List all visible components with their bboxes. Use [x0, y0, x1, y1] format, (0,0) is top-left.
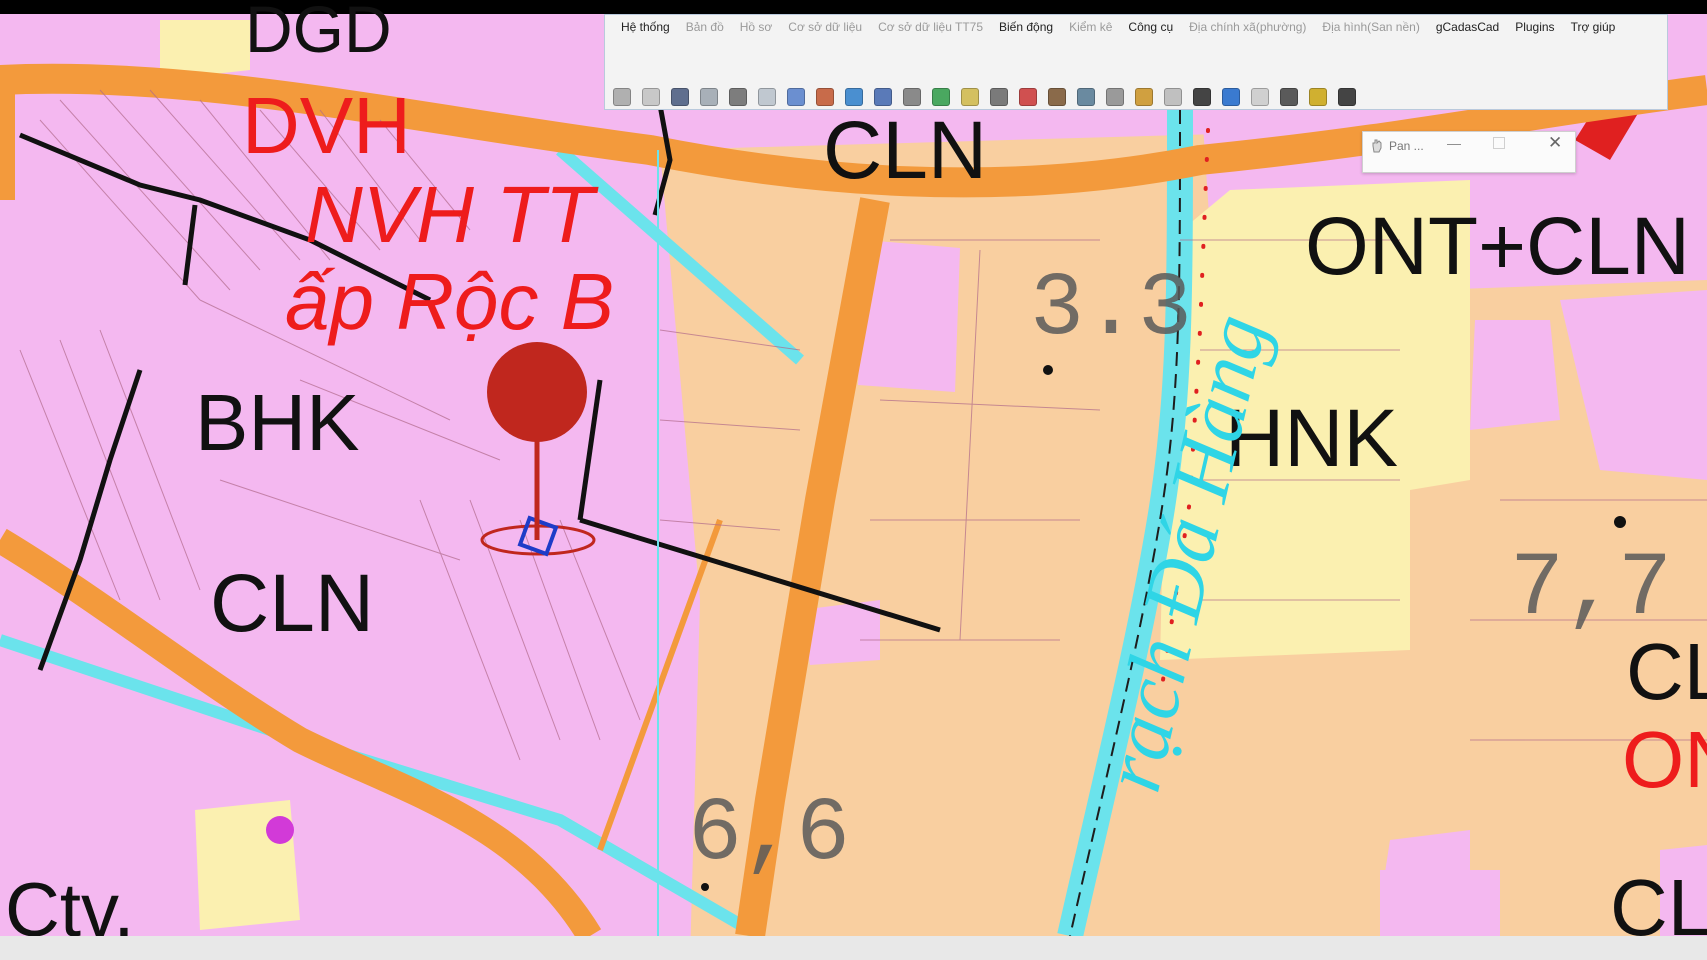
- map-label-dvh: DVH: [242, 81, 411, 170]
- menu-item[interactable]: Địa hình(San nền): [1314, 15, 1427, 39]
- page-icon[interactable]: [1251, 88, 1269, 106]
- tools-icon[interactable]: [990, 88, 1008, 106]
- flag-icon[interactable]: [787, 88, 805, 106]
- residential-parcel-east: [1380, 870, 1500, 936]
- add-icon[interactable]: [1309, 88, 1327, 106]
- hand-icon: [1372, 139, 1382, 153]
- menu-item[interactable]: Kiểm kê: [1061, 15, 1120, 39]
- map-label-cln-left: CLN: [210, 558, 375, 649]
- app-menubar: Hệ thống Bản đồ Hồ sơ Cơ sở dữ liệu Cơ sở dữ…: [604, 14, 1668, 110]
- map-label-number: 7,7: [1510, 539, 1673, 641]
- maximize-button[interactable]: [1493, 137, 1505, 149]
- survey-point: [1614, 516, 1626, 528]
- menu-item[interactable]: gCadasCad: [1428, 15, 1507, 39]
- menu-item[interactable]: Hồ sơ: [732, 15, 781, 39]
- layers-icon[interactable]: [816, 88, 834, 106]
- graph-icon[interactable]: [1135, 88, 1153, 106]
- pan-window-title: Pan ...: [1389, 139, 1424, 153]
- menu-item[interactable]: Công cụ: [1120, 15, 1181, 39]
- list-icon[interactable]: [642, 88, 660, 106]
- map-label-cln-top: CLN: [823, 105, 988, 196]
- menu-item[interactable]: Hệ thống: [613, 15, 678, 39]
- document-icon[interactable]: [874, 88, 892, 106]
- close-button[interactable]: ✕: [1548, 133, 1562, 153]
- home-icon[interactable]: [1222, 88, 1240, 106]
- qr-icon[interactable]: [1338, 88, 1356, 106]
- map-label-bhk: BHK: [195, 378, 360, 467]
- globe-icon[interactable]: [1019, 88, 1037, 106]
- select-icon[interactable]: [729, 88, 747, 106]
- menu-item[interactable]: Trợ giúp: [1563, 15, 1624, 39]
- column-icon[interactable]: [961, 88, 979, 106]
- map-label-cl-right: CL: [1626, 627, 1707, 716]
- residential-parcel-east: [1470, 320, 1560, 430]
- menu-item[interactable]: Plugins: [1507, 15, 1562, 39]
- map-label-dgd: DGD: [245, 0, 392, 66]
- info-icon[interactable]: [613, 88, 631, 106]
- menu-item[interactable]: Bản đồ: [678, 15, 732, 39]
- location-marker[interactable]: [480, 342, 596, 557]
- survey-point: [1043, 365, 1053, 375]
- chart-icon[interactable]: [903, 88, 921, 106]
- status-bar: [0, 936, 1707, 960]
- save-icon[interactable]: [1280, 88, 1298, 106]
- box-icon[interactable]: [1164, 88, 1182, 106]
- magenta-point: [266, 816, 294, 844]
- map-label-number: 6,6: [688, 784, 851, 886]
- pin-icon[interactable]: [845, 88, 863, 106]
- image-icon[interactable]: [1077, 88, 1095, 106]
- map-label-ap-roc-b: ấp Rộc B: [285, 257, 615, 346]
- toolbar: [613, 85, 1356, 109]
- menu-item[interactable]: Cơ sở dữ liệu TT75: [870, 15, 991, 39]
- frame-icon[interactable]: [1106, 88, 1124, 106]
- map-viewport[interactable]: DGD DVH NVH TT ấp Rộc B CLN ONT+CLN BHK …: [0, 0, 1707, 960]
- map-label-number: 3.3: [1030, 259, 1193, 361]
- grid-icon[interactable]: [758, 88, 776, 106]
- menu-item[interactable]: Cơ sở dữ liệu: [780, 15, 870, 39]
- map-label-nvh: NVH TT: [305, 170, 594, 259]
- table-icon[interactable]: [1048, 88, 1066, 106]
- map-label-ont-cln: ONT+CLN: [1305, 201, 1691, 292]
- minimize-button[interactable]: —: [1447, 135, 1461, 151]
- text-icon[interactable]: [1193, 88, 1211, 106]
- map-marker-icon[interactable]: [932, 88, 950, 106]
- map-icon[interactable]: [671, 88, 689, 106]
- pan-window[interactable]: Pan ... — ✕: [1362, 131, 1576, 173]
- menu-item[interactable]: Địa chính xã(phường): [1181, 15, 1314, 39]
- menu-row: Hệ thống Bản đồ Hồ sơ Cơ sở dữ liệu Cơ sở dữ…: [605, 15, 1623, 39]
- menu-item[interactable]: Biến động: [991, 15, 1061, 39]
- map-label-on-right: ON: [1622, 715, 1707, 804]
- zoom-icon[interactable]: [700, 88, 718, 106]
